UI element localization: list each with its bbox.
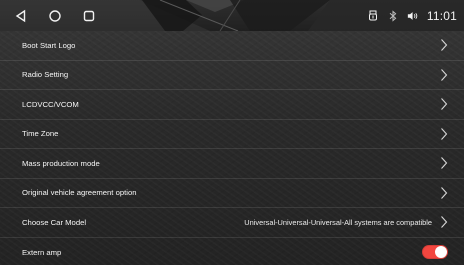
setting-label: Boot Start Logo (22, 40, 76, 50)
settings-list: Boot Start Logo Radio Setting LCDVCC/VCO… (0, 31, 464, 265)
volume-icon (407, 9, 419, 23)
setting-row-mass-production-mode[interactable]: Mass production mode (0, 149, 464, 179)
chevron-right-icon (438, 96, 450, 112)
home-icon (49, 10, 61, 22)
chevron-right-icon (438, 214, 450, 230)
back-button[interactable] (13, 7, 29, 25)
setting-label: Time Zone (22, 129, 59, 139)
setting-label: Choose Car Model (22, 217, 87, 227)
setting-row-lcdvcc-vcom[interactable]: LCDVCC/VCOM (0, 90, 464, 120)
selected-car-model-value: Universal-Universal-Universal-All system… (244, 217, 432, 227)
chevron-right-icon (438, 126, 450, 142)
setting-label: Original vehicle agreement option (22, 188, 137, 198)
chevron-right-icon (438, 155, 450, 171)
toggle-knob (435, 246, 447, 259)
chevron-right-icon (438, 185, 450, 201)
chevron-right-icon (438, 37, 450, 53)
back-icon (15, 9, 26, 23)
setting-row-boot-start-logo[interactable]: Boot Start Logo (0, 31, 464, 61)
chevron-right-icon (438, 67, 450, 83)
bluetooth-icon (387, 9, 399, 23)
status-indicators: 11:01 (367, 7, 457, 25)
status-bar: 11:01 (0, 0, 464, 31)
status-clock: 11:01 (426, 9, 457, 23)
recent-apps-icon (83, 10, 95, 22)
setting-label: LCDVCC/VCOM (22, 99, 79, 109)
setting-row-radio-setting[interactable]: Radio Setting (0, 61, 464, 90)
setting-row-time-zone[interactable]: Time Zone (0, 120, 464, 149)
setting-row-original-vehicle-agreement-option[interactable]: Original vehicle agreement option (0, 179, 464, 208)
setting-row-extern-amp: Extern amp (0, 238, 464, 265)
settings-screen: 11:01 Boot Start Logo Radio Setting LCDV… (0, 0, 464, 265)
setting-label: Radio Setting (22, 70, 69, 80)
home-button[interactable] (47, 7, 63, 25)
navigation-buttons (13, 6, 97, 26)
usb-icon (367, 9, 379, 23)
setting-label: Mass production mode (22, 158, 100, 168)
setting-row-choose-car-model[interactable]: Choose Car Model Universal-Universal-Uni… (0, 208, 464, 238)
setting-label: Extern amp (22, 247, 62, 257)
recent-apps-button[interactable] (81, 7, 97, 25)
extern-amp-toggle[interactable] (422, 245, 448, 260)
